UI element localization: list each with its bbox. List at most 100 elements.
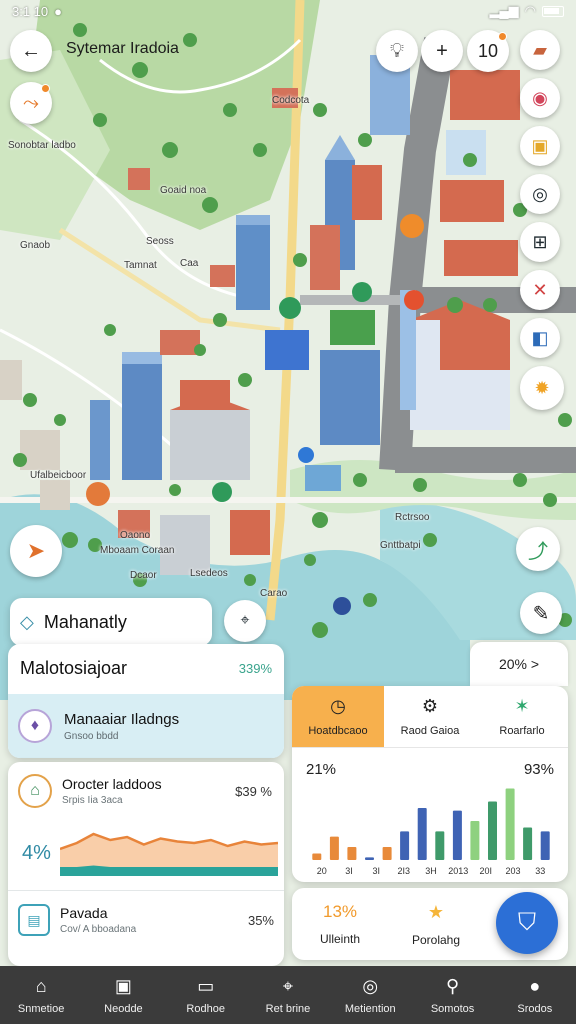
pin-icon: ⌖: [282, 975, 294, 996]
chart-x-label: 2013: [448, 866, 468, 876]
chart-x-label: 3I: [373, 866, 381, 876]
row-meta: Cov/ A bboadana: [60, 924, 137, 935]
chart-bar: [523, 827, 533, 860]
location-button[interactable]: ➤: [10, 525, 62, 577]
lightbulb-button[interactable]: 💡︎: [376, 30, 418, 72]
route-button[interactable]: ⤳: [10, 82, 52, 124]
pin-icon: ⌖: [240, 612, 250, 629]
sun-button[interactable]: ✹: [520, 366, 564, 410]
nav-item-notes[interactable]: ▣ Neodde: [82, 966, 164, 1024]
chart-bar: [400, 831, 410, 860]
clock-icon: ◷: [330, 696, 346, 716]
notification-icon: ●: [54, 3, 63, 19]
chart-right-label: 93%: [524, 761, 554, 778]
share-icon: ⤴: [528, 540, 548, 563]
location-title-card[interactable]: ◇ Mahanatly: [10, 598, 212, 646]
trend-area-chart: [60, 832, 278, 876]
map-label: Gnaob: [20, 240, 51, 251]
stats-row[interactable]: ⌂ Orocter laddoos Srpis Iia 3aca $39 %: [8, 762, 284, 808]
measure-button[interactable]: ⊞: [520, 222, 560, 262]
area-fill-teal: [60, 865, 278, 876]
tab-2[interactable]: ⚙ Raod Gaioa: [384, 686, 476, 747]
bookmark-button[interactable]: ▣: [520, 126, 560, 166]
clipboard-icon: ▣: [114, 975, 132, 996]
compass-button[interactable]: ◎: [520, 174, 560, 214]
status-time: 3:1 10: [12, 3, 49, 19]
summary-label: Ulleinth: [319, 932, 361, 946]
nav-item-explore[interactable]: ◎ Metiention: [329, 966, 411, 1024]
nav-label: Metiention: [344, 1002, 396, 1015]
shield-action-button[interactable]: ⛉: [496, 892, 558, 954]
pencil-icon: ✎: [532, 602, 550, 625]
chart-bar: [382, 847, 392, 860]
row-meta: Srpis Iia 3aca: [62, 795, 123, 806]
notification-counter-button[interactable]: 10: [467, 30, 509, 72]
map-label: Oaono: [120, 530, 151, 541]
status-bar: 3:1 10 ● ▂▄▆ ◠: [0, 0, 576, 22]
stats-card[interactable]: ⌂ Orocter laddoos Srpis Iia 3aca $39 % 4…: [8, 762, 284, 966]
place-card[interactable]: Malotosiajoar 339% ♦ Manaaiar Iladngs Gn…: [8, 644, 284, 758]
nav-item-profile[interactable]: ● Srodos: [494, 966, 576, 1024]
nav-label: Snmetioe: [17, 1002, 65, 1015]
place-subitem[interactable]: ♦ Manaaiar Iladngs Gnsoo bbdd: [8, 694, 284, 758]
bar-chart: 21% 93% 20 3I 3I 2I3 3H 2013 20I 203 33: [306, 761, 554, 876]
edit-button[interactable]: ✎: [520, 592, 562, 634]
tab-1[interactable]: ◷ Hoatdbcaoo: [292, 686, 384, 747]
panel-percent: 20% >: [498, 656, 540, 672]
badge-dot: [498, 32, 507, 41]
share-button[interactable]: ⤴: [516, 527, 560, 571]
chart-bar: [347, 847, 357, 860]
row-percent: 35%: [247, 912, 274, 928]
nav-item-messages[interactable]: ▭ Rodhoe: [165, 966, 247, 1024]
sub-title: Manaaiar Iladngs: [64, 710, 180, 728]
map-label: Mboaam Coraan: [100, 545, 175, 556]
map-label: Ufalbeicboor: [30, 470, 87, 481]
summary-label: Porolahg: [411, 932, 461, 947]
chat-icon: ▭: [197, 975, 215, 996]
nav-item-places[interactable]: ⌖ Ret brine: [247, 966, 329, 1024]
place-percent: 339%: [238, 661, 272, 676]
pin-button[interactable]: ⌖: [224, 600, 266, 642]
chart-bar: [329, 836, 339, 860]
tab-label: Raod Gaioa: [400, 725, 460, 737]
map-label: Rctrsoo: [395, 512, 430, 523]
right-toolbar: ▰ ◉ ▣ ◎ ⊞ ✕ ◧ ✹: [520, 30, 564, 410]
back-arrow-icon: ←: [21, 39, 41, 62]
tools-button[interactable]: ✕: [520, 270, 560, 310]
bottom-navigation: ⌂ Snmetioe ▣ Neodde ▭ Rodhoe ⌖ Ret brine…: [0, 966, 576, 1024]
stats-row[interactable]: ▤ Pavada Cov/ A bboadana 35%: [18, 904, 274, 936]
chart-bar: [365, 857, 374, 860]
nav-label: Srodos: [517, 1002, 553, 1015]
badge-dot: [41, 84, 50, 93]
compass-icon: ◎: [362, 975, 379, 996]
user-icon: ●: [529, 975, 541, 996]
sun-icon: ✹: [534, 377, 550, 398]
nav-item-search[interactable]: ⚲ Somotos: [411, 966, 493, 1024]
back-button[interactable]: ←: [10, 30, 52, 72]
nav-item-home[interactable]: ⌂ Snmetioe: [0, 966, 82, 1024]
navigation-icon: ➤: [26, 538, 46, 563]
bookmark-icon: ▣: [531, 135, 549, 156]
divider: [8, 890, 284, 891]
traffic-button[interactable]: ◉: [520, 78, 560, 118]
add-button[interactable]: +: [421, 30, 463, 72]
chart-card: ◷ Hoatdbcaoo ⚙ Raod Gaioa ✶ Roarfarlo 21…: [292, 686, 568, 882]
map-label: Carao: [260, 588, 288, 599]
chart-left-label: 21%: [306, 761, 336, 778]
chart-x-label: 203: [505, 866, 520, 876]
location-title: Mahanatly: [43, 611, 127, 632]
map-label: Lsedeos: [190, 568, 228, 579]
layer-button[interactable]: ▰: [520, 30, 560, 70]
battery-icon: [542, 5, 564, 17]
document-icon: ▤: [18, 904, 50, 936]
plus-icon: +: [436, 39, 448, 62]
compass-icon: ◎: [532, 183, 548, 204]
map-label: Dcaor: [130, 570, 157, 581]
map-label: Codcota: [272, 95, 310, 106]
3d-button[interactable]: ◧: [520, 318, 560, 358]
shield-icon: ⛉: [518, 909, 536, 936]
tab-3[interactable]: ✶ Roarfarlo: [476, 686, 568, 747]
sub-meta: Gnsoo bbdd: [64, 730, 119, 742]
tools-icon: ✕: [532, 279, 548, 300]
panel-percent-button[interactable]: 20% >: [470, 642, 568, 686]
